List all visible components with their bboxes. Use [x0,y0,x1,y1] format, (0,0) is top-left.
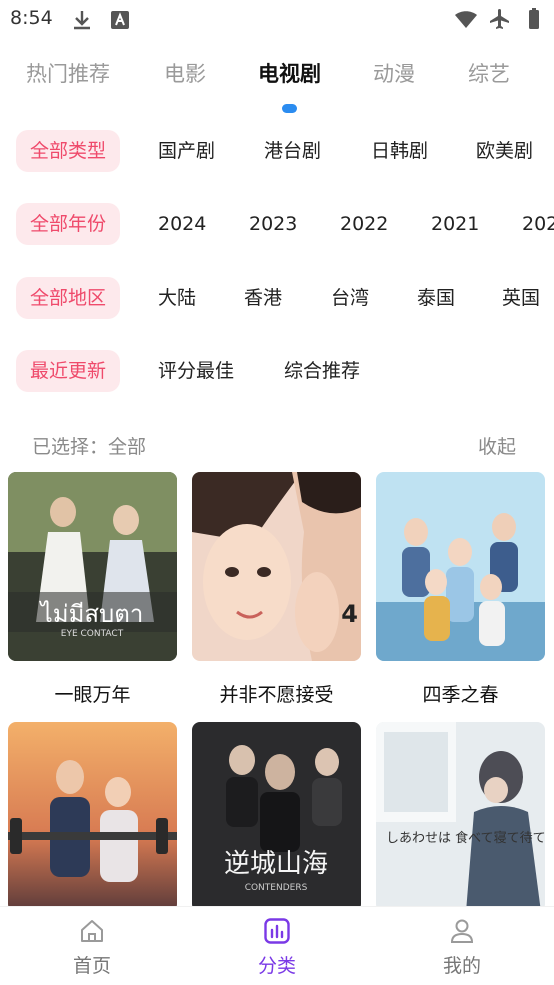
chip-sort-recent[interactable]: 最近更新 [16,350,121,392]
region-filter-row: 全部地区 大陆 香港 台湾 泰国 英国 [0,277,554,321]
poster-image: 4 [192,472,361,661]
chip-region-taiwan[interactable]: 台湾 [331,277,369,319]
poster-title: 一眼万年 [54,684,131,706]
tab-tv-series[interactable]: 电视剧 [258,58,321,88]
nav-category[interactable]: 分类 [237,917,317,978]
poster-card[interactable] [376,472,545,661]
selected-summary: 已选择：全部 收起 [0,430,554,460]
nav-home-label: 首页 [72,955,111,977]
chip-region-uk[interactable]: 英国 [502,277,540,319]
poster-card[interactable]: しあわせは 食べて寝て待て [376,722,545,912]
type-filter-row: 全部类型 国产剧 港台剧 日韩剧 欧美剧 [0,130,554,174]
poster-card[interactable]: 4 [192,472,361,661]
year-filter-row: 全部年份 2024 2023 2022 2021 202 [0,203,554,247]
chip-region-hongkong[interactable]: 香港 [244,277,282,319]
nav-category-label: 分类 [257,955,296,977]
poster-image [376,472,545,661]
chip-year-2022[interactable]: 2022 [340,203,388,245]
app-notification-icon [111,11,129,29]
chip-region-thailand[interactable]: 泰国 [417,277,455,319]
active-tab-indicator [282,104,297,113]
tab-movie[interactable]: 电影 [164,58,206,88]
user-icon [450,919,474,943]
wifi-icon [455,11,477,28]
poster-title: 四季之春 [422,684,499,706]
status-bar: 8:54 [0,0,554,38]
collapse-button[interactable]: 收起 [478,432,516,459]
home-icon [81,920,103,942]
chip-type-domestic[interactable]: 国产剧 [158,130,215,172]
chip-sort-top-rated[interactable]: 评分最佳 [158,350,234,392]
chip-year-2024[interactable]: 2024 [158,203,206,245]
nav-mine[interactable]: 我的 [422,917,502,978]
chip-type-western[interactable]: 欧美剧 [476,130,533,172]
tab-hot[interactable]: 热门推荐 [26,58,110,88]
nav-mine-label: 我的 [442,955,481,977]
chip-year-2020-partial[interactable]: 202 [522,203,554,245]
chip-year-all[interactable]: 全部年份 [16,203,121,245]
poster-image: 逆城山海 CONTENDERS [192,722,361,912]
svg-text:ไม่มีสบตา: ไม่มีสบตา [39,600,144,628]
chip-year-2023[interactable]: 2023 [249,203,297,245]
bottom-navigation: 首页 分类 我的 [0,906,554,985]
chip-region-all[interactable]: 全部地区 [16,277,121,319]
status-time: 8:54 [10,7,53,29]
chip-type-jp-kr[interactable]: 日韩剧 [371,130,428,172]
chip-year-2021[interactable]: 2021 [431,203,479,245]
chip-type-hk-tw[interactable]: 港台剧 [264,130,321,172]
battery-icon [529,8,539,29]
poster-logo-text: EYE CONTACT [61,629,124,639]
poster-image: ไม่มีสบตา EYE CONTACT [8,472,177,661]
poster-title: 并非不愿接受 [219,684,334,706]
airplane-icon [490,9,509,29]
nav-home[interactable]: 首页 [52,917,132,978]
chip-region-mainland[interactable]: 大陆 [158,277,196,319]
chip-sort-recommended[interactable]: 综合推荐 [284,350,360,392]
poster-logo-text: CONTENDERS [245,883,308,893]
sort-filter-row: 最近更新 评分最佳 综合推荐 [0,350,554,394]
tab-anime[interactable]: 动漫 [373,58,415,88]
poster-image: しあわせは 食べて寝て待て [376,722,545,912]
selected-filters-text: 已选择：全部 [32,436,147,458]
poster-logo-text: しあわせは 食べて寝て待て [386,830,545,846]
poster-image [8,722,177,912]
svg-text:逆城山海: 逆城山海 [224,849,328,879]
category-tabs: 热门推荐 电影 电视剧 动漫 综艺 [0,58,554,98]
poster-card[interactable] [8,722,177,912]
poster-logo-text: 4 [341,600,358,628]
poster-card[interactable]: 逆城山海 CONTENDERS [192,722,361,912]
download-icon [74,11,90,30]
poster-card[interactable]: ไม่มีสบตา EYE CONTACT [8,472,177,661]
chip-type-all[interactable]: 全部类型 [16,130,121,172]
category-chart-icon [264,918,290,944]
tab-variety[interactable]: 综艺 [468,58,510,88]
